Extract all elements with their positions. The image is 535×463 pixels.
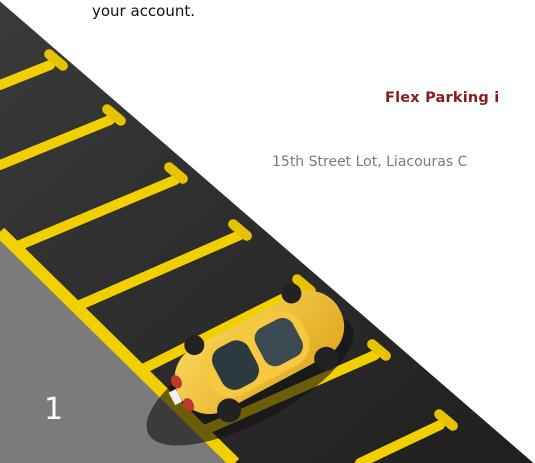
page-number: 1 xyxy=(44,392,64,427)
parking-lot-photo xyxy=(0,0,535,463)
